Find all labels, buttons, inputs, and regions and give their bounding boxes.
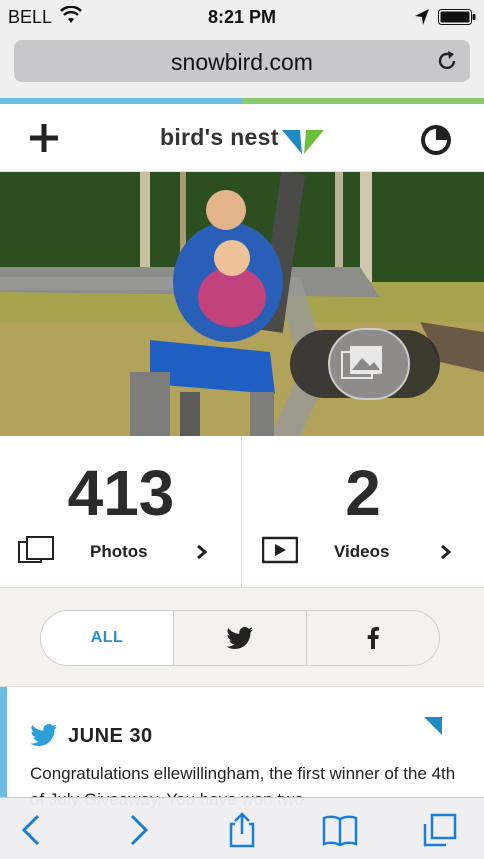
- gallery-icon[interactable]: [340, 344, 384, 384]
- facebook-icon: [367, 627, 379, 649]
- post-date: JUNE 30: [68, 725, 153, 747]
- battery-icon: [438, 9, 476, 25]
- forward-icon[interactable]: [120, 812, 156, 848]
- address-bar[interactable]: snowbird.com: [14, 40, 470, 82]
- feed-filter: ALL: [40, 610, 440, 666]
- site-logo-text[interactable]: bird's nest: [160, 124, 279, 151]
- corner-triangle-icon: [424, 717, 442, 735]
- filter-all[interactable]: ALL: [41, 611, 174, 665]
- hero-photo[interactable]: [0, 172, 484, 436]
- tabs-icon[interactable]: [422, 812, 458, 848]
- media-stats: 413 Photos 2 Videos: [0, 436, 484, 588]
- back-icon[interactable]: [14, 812, 50, 848]
- feed-post[interactable]: JUNE 30 Congratulations ellewillingham, …: [0, 687, 484, 809]
- clock: 8:21 PM: [207, 7, 277, 27]
- chevron-right-icon: [197, 544, 208, 560]
- photos-label: Photos: [90, 542, 148, 561]
- video-icon: [262, 536, 298, 564]
- filter-twitter[interactable]: [174, 611, 307, 665]
- reload-icon[interactable]: [436, 50, 458, 72]
- chevron-right-icon: [441, 544, 452, 560]
- post-accent-bar: [0, 687, 7, 797]
- moon-icon[interactable]: [420, 124, 452, 156]
- browser-chrome: snowbird.com: [0, 36, 484, 98]
- browser-toolbar: [0, 797, 484, 859]
- location-arrow-icon: [415, 9, 429, 25]
- photos-count: 413: [67, 457, 175, 529]
- plus-icon[interactable]: [30, 124, 58, 152]
- filter-all-label: ALL: [90, 629, 124, 646]
- photos-stat[interactable]: 413 Photos: [0, 436, 242, 588]
- bird-logo-icon[interactable]: [282, 126, 324, 156]
- twitter-icon: [226, 627, 253, 649]
- videos-stat[interactable]: 2 Videos: [242, 436, 484, 588]
- twitter-icon: [30, 724, 57, 746]
- share-icon[interactable]: [224, 812, 260, 848]
- url-text[interactable]: snowbird.com: [14, 49, 470, 76]
- site-header: bird's nest: [0, 104, 484, 172]
- filter-facebook[interactable]: [307, 611, 439, 665]
- photos-icon: [18, 536, 54, 563]
- videos-label: Videos: [334, 542, 390, 561]
- bookmarks-icon[interactable]: [322, 812, 358, 848]
- videos-count: 2: [345, 457, 381, 529]
- status-bar: BELL 8:21 PM: [0, 0, 484, 36]
